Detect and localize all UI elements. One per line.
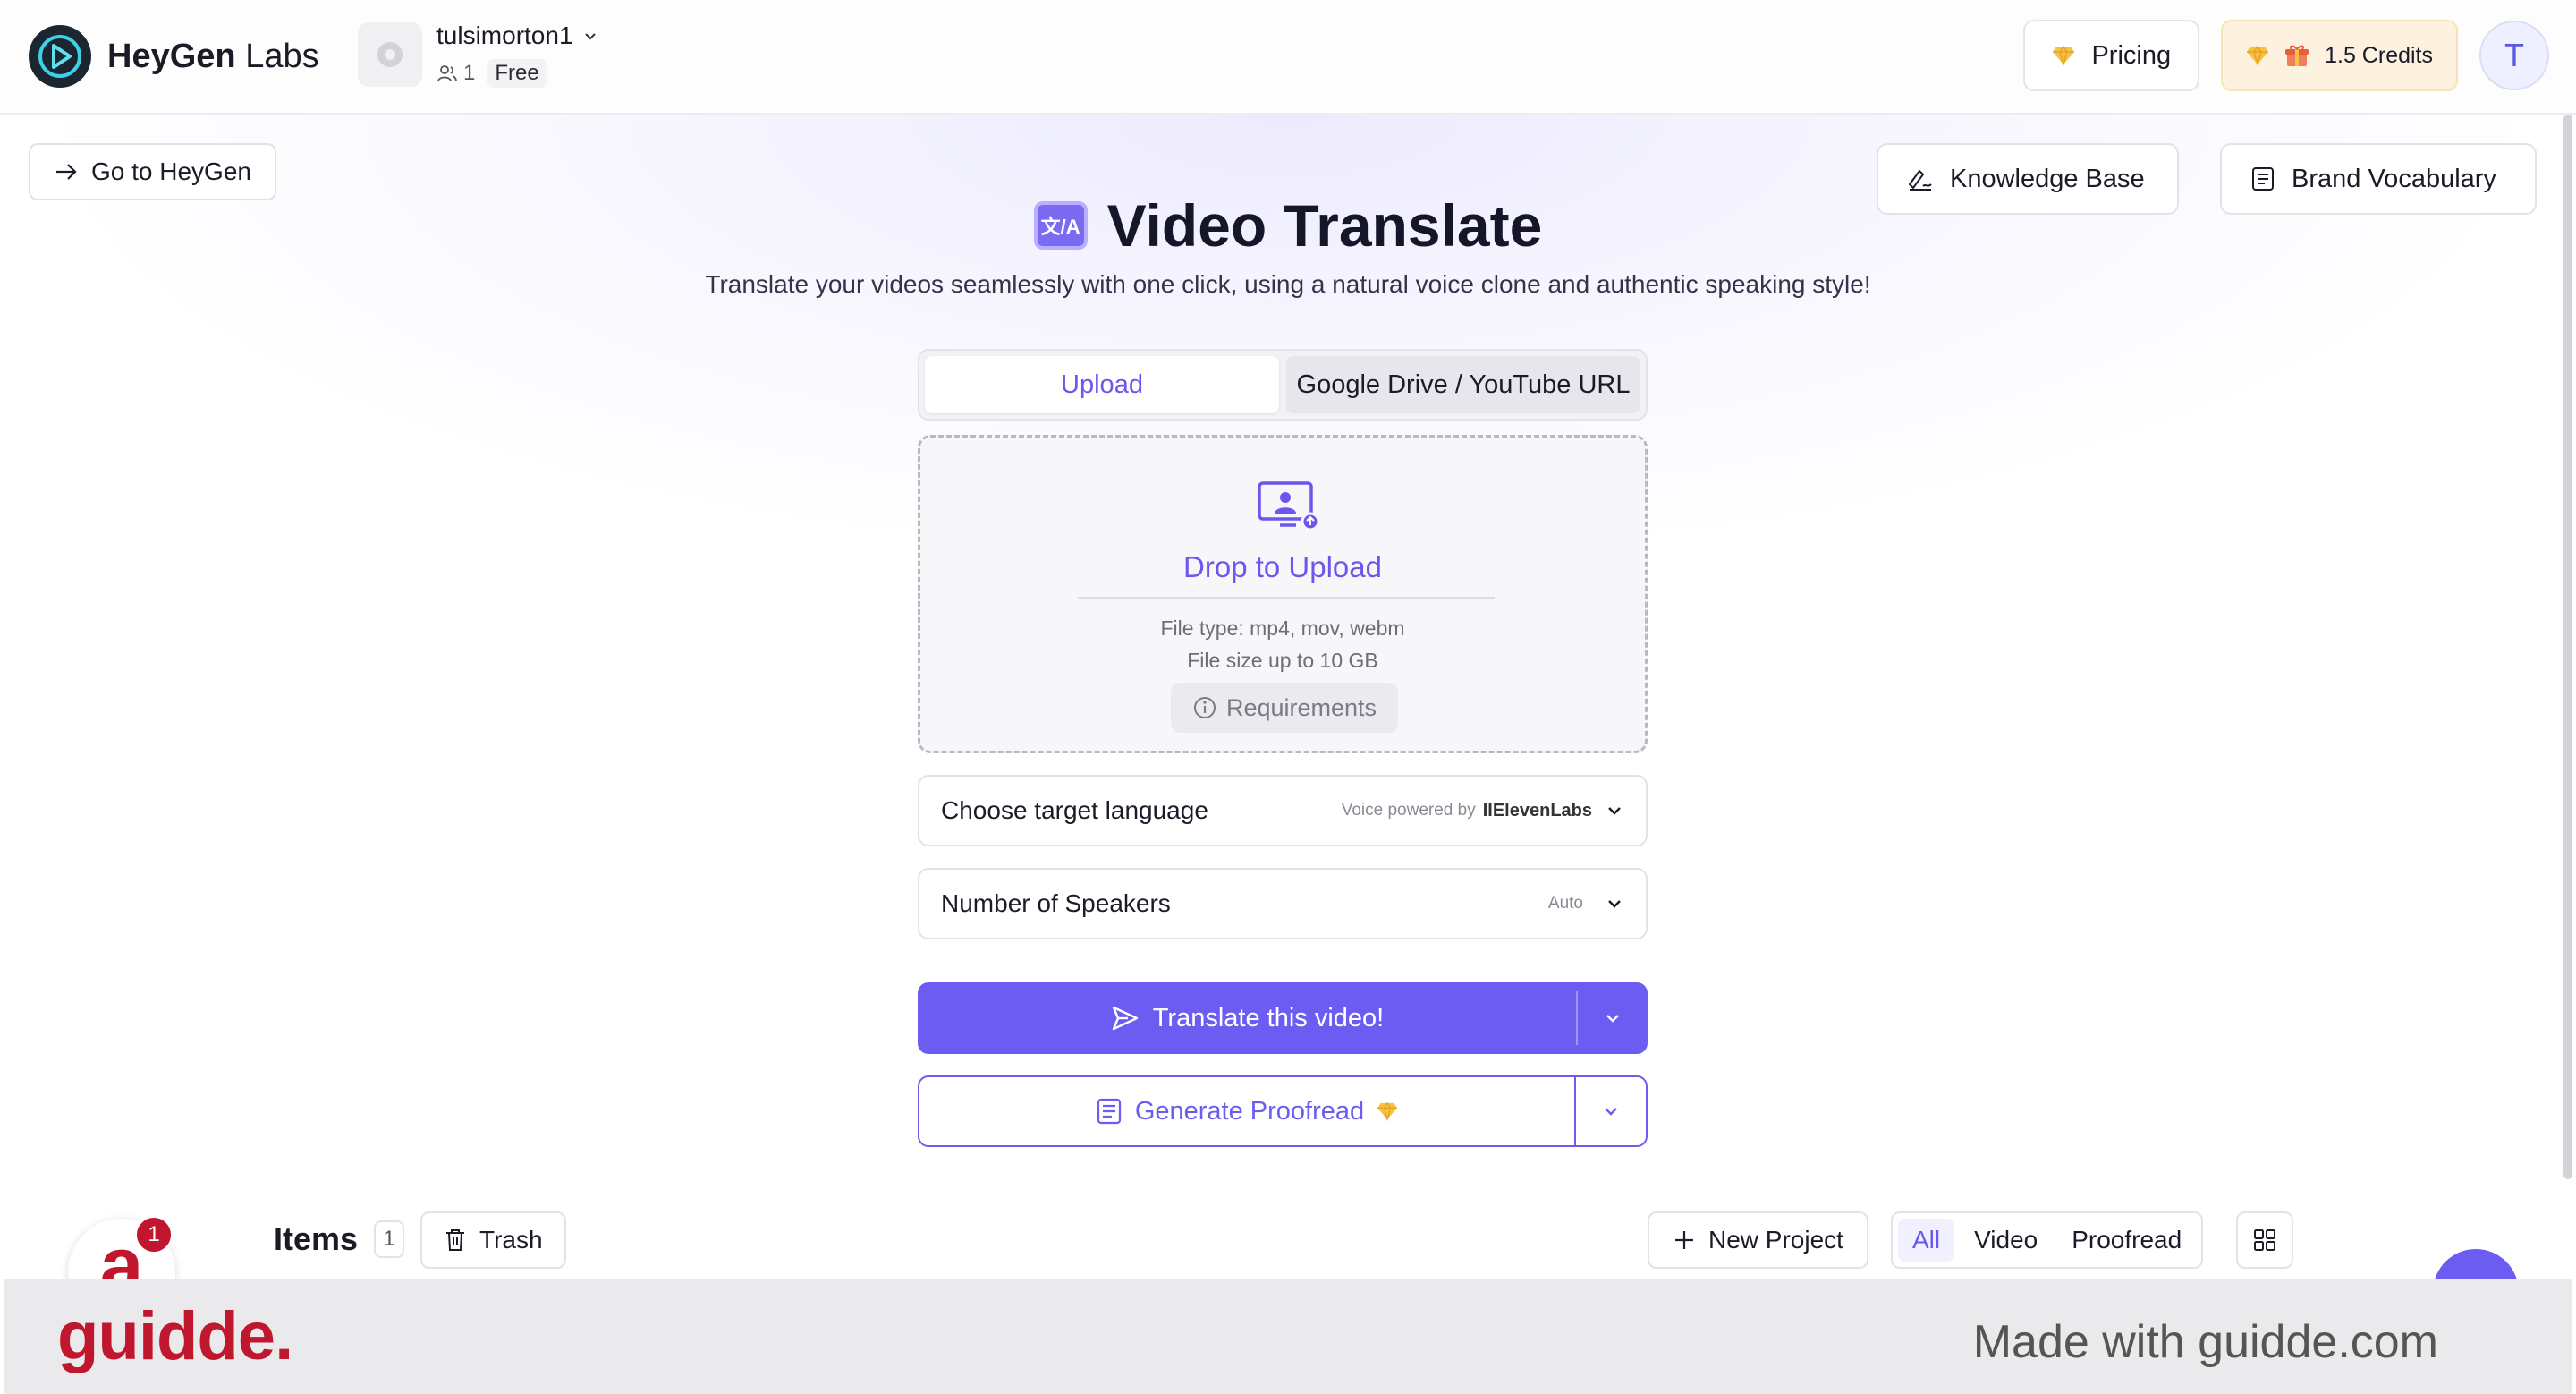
go-to-heygen-label: Go to HeyGen — [91, 157, 251, 185]
workspace-avatar-icon — [358, 22, 422, 87]
new-project-label: New Project — [1708, 1226, 1843, 1254]
diamond-icon — [2247, 45, 2269, 66]
target-language-label: Choose target language — [941, 796, 1208, 824]
heygen-logo-icon — [29, 25, 91, 88]
translate-icon: 文/A — [1033, 201, 1088, 250]
pricing-label: Pricing — [2091, 40, 2172, 70]
page-title: Video Translate — [1106, 192, 1543, 259]
signature-icon — [1908, 169, 1932, 191]
items-heading: Items — [274, 1220, 359, 1257]
page-scrollbar[interactable] — [2563, 115, 2572, 1179]
heygen-logo[interactable]: HeyGen Labs — [29, 25, 319, 88]
number-of-speakers-select[interactable]: Number of Speakers Auto — [918, 868, 1648, 939]
upload-dropzone[interactable]: Drop to Upload File type: mp4, mov, webm… — [918, 435, 1648, 753]
grid-view-button[interactable] — [2236, 1211, 2293, 1269]
credits-button[interactable]: 1.5 Credits — [2221, 20, 2458, 91]
page-subtitle: Translate your videos seamlessly with on… — [705, 270, 1871, 298]
knowledge-base-label: Knowledge Base — [1950, 164, 2145, 193]
proofread-split-button: Generate Proofread — [918, 1075, 1648, 1147]
translate-options-button[interactable] — [1578, 982, 1648, 1054]
made-with-guidde-text: Made with guidde.com — [1972, 1316, 2438, 1368]
diamond-icon — [1377, 1101, 1398, 1121]
proofread-options-button[interactable] — [1576, 1077, 1646, 1145]
tab-google-drive-youtube[interactable]: Google Drive / YouTube URL — [1286, 356, 1640, 413]
translate-split-button: Translate this video! — [918, 982, 1648, 1054]
divider — [1078, 597, 1495, 599]
pricing-button[interactable]: Pricing — [2023, 20, 2200, 91]
chevron-down-icon — [1608, 900, 1621, 908]
top-nav: HeyGen Labs tulsimorton1 1 Free Pricing — [0, 0, 2576, 115]
brand-vocabulary-label: Brand Vocabulary — [2292, 164, 2496, 193]
filter-all[interactable]: All — [1898, 1219, 1955, 1262]
chevron-down-icon — [1608, 807, 1621, 815]
file-size-text: File size up to 10 GB — [1187, 649, 1378, 672]
video-upload-icon — [1257, 480, 1320, 537]
elevenlabs-logo: IIElevenLabs — [1482, 800, 1592, 820]
document-icon — [2252, 167, 2274, 191]
tab-upload[interactable]: Upload — [925, 356, 1279, 413]
guidde-footer: guidde. Made with guidde.com — [4, 1279, 2572, 1394]
chevron-down-icon — [1605, 1108, 1617, 1116]
plus-icon — [1675, 1231, 1693, 1249]
translate-button[interactable]: Translate this video! — [918, 982, 1576, 1054]
workspace-name: tulsimorton1 — [436, 21, 573, 49]
users-icon — [437, 65, 457, 82]
target-language-select[interactable]: Choose target language Voice powered by … — [918, 775, 1648, 846]
trash-icon — [446, 1229, 464, 1251]
speakers-label: Number of Speakers — [941, 889, 1171, 917]
source-tabs: Upload Google Drive / YouTube URL — [918, 349, 1648, 421]
file-type-text: File type: mp4, mov, webm — [1160, 616, 1405, 640]
document-icon — [1097, 1098, 1121, 1125]
send-icon — [1112, 1006, 1138, 1031]
arrow-right-icon — [56, 164, 77, 180]
filter-proofread[interactable]: Proofread — [2057, 1219, 2196, 1262]
gift-icon — [2285, 45, 2309, 66]
items-count-badge: 1 — [374, 1220, 404, 1258]
drop-to-upload-label: Drop to Upload — [1183, 550, 1382, 583]
trash-button[interactable]: Trash — [420, 1211, 566, 1269]
diamond-icon — [2053, 45, 2075, 66]
user-avatar[interactable]: T — [2479, 21, 2549, 90]
requirements-label: Requirements — [1225, 693, 1377, 721]
requirements-button[interactable]: Requirements — [1171, 683, 1398, 733]
grid-icon — [2254, 1229, 2275, 1251]
notification-badge: 1 — [134, 1215, 174, 1254]
info-icon — [1193, 697, 1216, 718]
credits-label: 1.5 Credits — [2325, 42, 2433, 68]
generate-proofread-button[interactable]: Generate Proofread — [919, 1077, 1574, 1145]
guidde-logo[interactable]: guidde. — [57, 1297, 293, 1375]
plan-badge: Free — [487, 59, 547, 88]
chevron-down-icon — [584, 33, 596, 40]
member-count: 1 — [463, 61, 476, 85]
translate-label: Translate this video! — [1152, 1003, 1385, 1033]
trash-label: Trash — [479, 1226, 543, 1254]
new-project-button[interactable]: New Project — [1648, 1211, 1868, 1269]
proofread-label: Generate Proofread — [1134, 1096, 1365, 1126]
filter-video[interactable]: Video — [1960, 1219, 2052, 1262]
avatar-letter: T — [2504, 37, 2524, 73]
workspace-switcher[interactable]: tulsimorton1 1 Free — [358, 21, 598, 88]
brand-name: HeyGen Labs — [107, 37, 319, 75]
speakers-hint: Auto — [1547, 894, 1583, 913]
voice-powered-hint: Voice powered by IIElevenLabs — [1341, 800, 1592, 820]
items-filter-group: All Video Proofread — [1891, 1211, 2204, 1269]
chevron-down-icon — [1606, 1015, 1619, 1023]
